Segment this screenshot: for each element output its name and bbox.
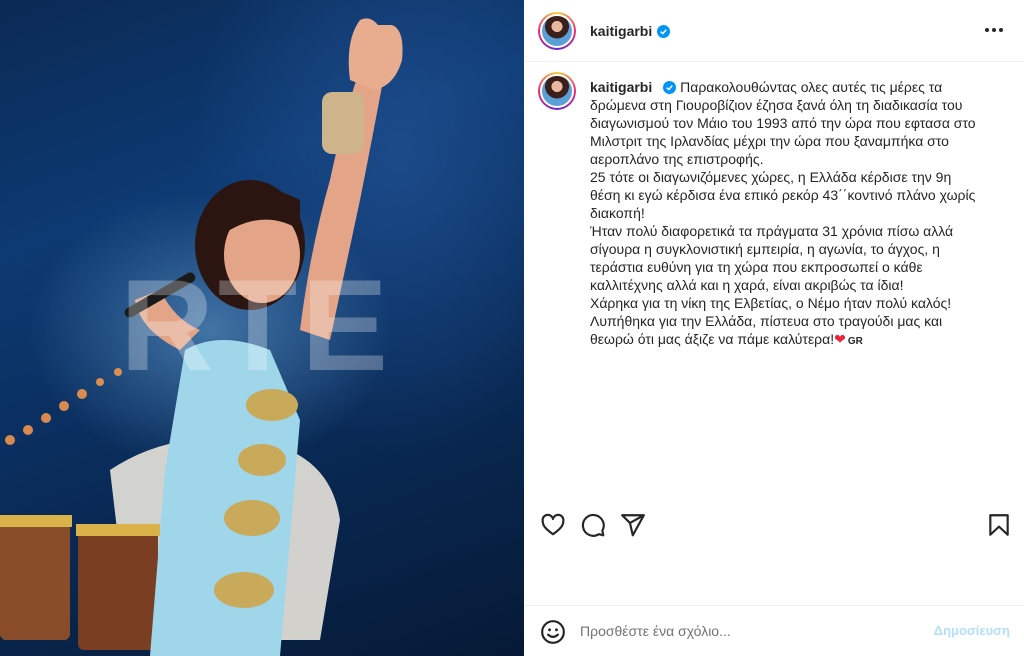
caption-line: θέση κι εγώ κέρδισα ένα επικό ρεκόρ 43΄΄… — [590, 187, 976, 203]
stage-performance-image: RTE — [0, 18, 403, 656]
comment-input[interactable] — [580, 620, 910, 642]
more-options-button[interactable] — [982, 20, 1006, 40]
verified-badge-icon — [663, 81, 677, 94]
post-actions — [524, 506, 1024, 542]
comment-button[interactable] — [580, 512, 606, 538]
caption-section: kaitigarbi Παρακολουθώντας ολες αυτές τι… — [524, 62, 1024, 498]
caption-author-avatar[interactable] — [538, 72, 576, 110]
author-avatar[interactable] — [538, 12, 576, 50]
post-photo[interactable]: RTE — [0, 0, 524, 656]
like-button[interactable] — [540, 512, 566, 538]
caption-line: 25 τότε οι διαγωνιζόμενες χώρες, η Ελλάδ… — [590, 169, 952, 185]
caption-line: Χάρηκα για τη νίκη της Ελβετίας, ο Νέμο … — [590, 295, 952, 311]
caption-line: τεράστια ευθύνη για τη χώρα που εκπροσωπ… — [590, 259, 923, 275]
caption-line: αεροπλάνο της επιστροφής. — [590, 151, 764, 167]
greek-flag-icon: GR — [847, 336, 863, 347]
caption-line: δρώμενα στη Γιουροβίζιον έζησα ξανά όλη … — [590, 97, 963, 113]
comment-bar: Δημοσίευση — [524, 605, 1024, 656]
caption-line: Παρακολουθώντας ολες αυτές τις μέρες τα — [680, 79, 943, 95]
caption-text: kaitigarbi Παρακολουθώντας ολες αυτές τι… — [590, 78, 1004, 351]
caption-line: θεωρώ ότι μας άξιζε να πάμε καλύτερα! — [590, 331, 835, 347]
share-button[interactable] — [620, 512, 646, 538]
caption-line: σίγουρα η συγκλονιστική εμπειρία, η αγων… — [590, 241, 940, 257]
caption-line: διαγωνισμού τον Μάιο του 1993 από την ώρ… — [590, 115, 976, 131]
heart-outline-icon — [541, 513, 565, 536]
bookmark-icon — [989, 514, 1009, 536]
caption-line: καλλιτέχνης αλλά και η χαρά, είναι ακριβ… — [590, 277, 904, 293]
caption-line: διακοπή! — [590, 205, 645, 221]
paper-plane-icon — [621, 514, 645, 537]
emoji-picker-button[interactable] — [540, 619, 566, 645]
smiley-face-icon — [541, 620, 565, 644]
verified-badge-icon — [657, 24, 671, 38]
caption-line: Ήταν πολύ διαφορετικά τα πράγματα 31 χρό… — [590, 223, 954, 239]
post-header: kaitigarbi — [524, 0, 1024, 62]
speech-bubble-icon — [581, 513, 605, 537]
save-button[interactable] — [986, 512, 1012, 538]
red-heart-emoji-icon: ❤ — [834, 331, 846, 347]
watermark-text: RTE — [120, 252, 392, 398]
caption-line: Μιλστριτ της Ιρλανδίας μέχρι την ώρα που… — [590, 133, 949, 149]
author-username[interactable]: kaitigarbi — [590, 23, 652, 39]
post-comment-button[interactable]: Δημοσίευση — [934, 623, 1010, 638]
caption-username[interactable]: kaitigarbi — [590, 79, 652, 95]
caption-line: Λυπήθηκα για την Ελλάδα, πίστευα στο τρα… — [590, 313, 943, 329]
